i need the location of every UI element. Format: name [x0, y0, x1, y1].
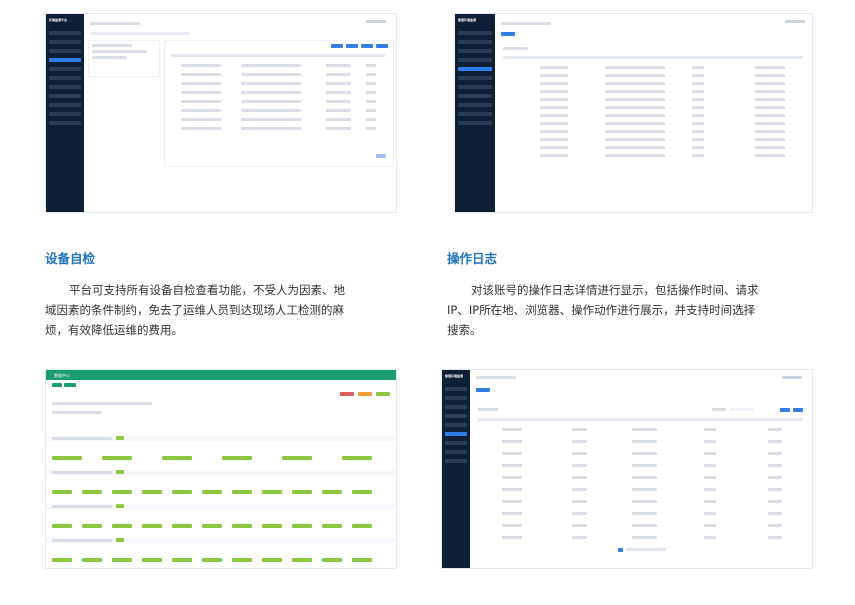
- sidebar-logo: 环境监测平台: [49, 18, 68, 22]
- section-title-device-self-check: 设备自检: [45, 251, 96, 266]
- paragraph-line: IP、IP所在地、浏览器、操作动作进行展示，并支持时间选择: [447, 303, 756, 317]
- paragraph-line: 烦，有效降低运维的费用。: [45, 323, 183, 337]
- header-title: 数据中心: [54, 373, 70, 378]
- section-body-device-self-check: 平台可支持所有设备自检查看功能，不受人为因素、地 域因素的条件制约，免去了运维人…: [45, 280, 405, 340]
- paragraph-line: 域因素的条件制约，免去了运维人员到达现场人工检测的麻: [45, 303, 344, 317]
- screenshot-data-center: 数据中心: [45, 369, 397, 569]
- sidebar: 智慧环境监测: [442, 370, 470, 568]
- sidebar: 智慧环境监测: [455, 14, 495, 212]
- screenshot-log-list: 智慧环境监测: [441, 369, 813, 569]
- section-body-operation-log: 对该账号的操作日志详情进行显示，包括操作时间、请求 IP、IP所在地、浏览器、操…: [447, 280, 817, 340]
- sidebar: 环境监测平台: [46, 14, 84, 212]
- top-bar: 数据中心: [46, 370, 396, 380]
- screenshot-operation-log: 智慧环境监测: [454, 13, 813, 213]
- paragraph-line: 搜索。: [447, 323, 482, 337]
- paragraph-line: 对该账号的操作日志详情进行显示，包括操作时间、请求: [471, 283, 759, 297]
- screenshot-device-self-check: 环境监测平台: [45, 13, 397, 213]
- section-title-operation-log: 操作日志: [447, 251, 498, 266]
- sidebar-logo: 智慧环境监测: [458, 18, 477, 22]
- paragraph-line: 平台可支持所有设备自检查看功能，不受人为因素、地: [69, 283, 345, 297]
- sidebar-logo: 智慧环境监测: [445, 374, 464, 378]
